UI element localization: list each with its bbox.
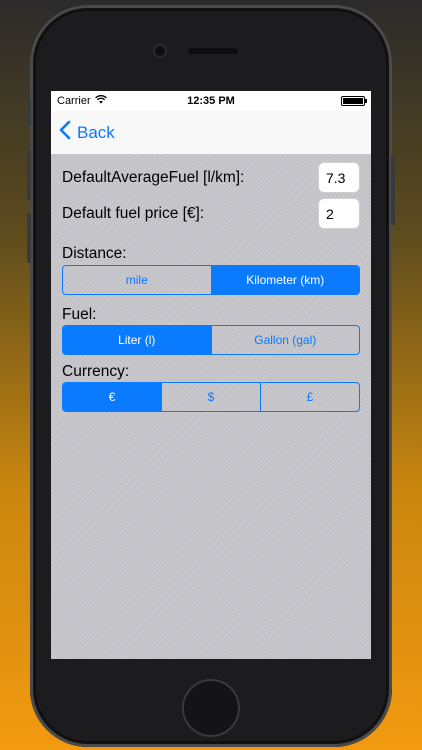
status-bar: Carrier 12:35 PM — [51, 91, 371, 111]
power-button — [391, 155, 395, 225]
volume-down-button — [27, 213, 31, 263]
fuel-price-label: Default fuel price [€]: — [62, 204, 205, 222]
battery-icon — [341, 96, 367, 106]
fuel-option-gallon[interactable]: Gallon (gal) — [210, 326, 360, 354]
settings-content: DefaultAverageFuel [l/km]: Default fuel … — [51, 155, 371, 659]
screen: Carrier 12:35 PM Back DefaultAverageFuel… — [51, 91, 371, 659]
fuel-price-input[interactable] — [318, 198, 360, 229]
fuel-option-liter[interactable]: Liter (l) — [63, 326, 211, 354]
back-label: Back — [77, 122, 115, 142]
fuel-label: Fuel: — [62, 306, 97, 323]
distance-label: Distance: — [62, 245, 127, 262]
earpiece-speaker — [188, 48, 238, 54]
mute-switch — [27, 100, 31, 126]
distance-option-km[interactable]: Kilometer (km) — [210, 266, 359, 294]
avg-fuel-input[interactable] — [318, 162, 360, 193]
back-button[interactable]: Back — [59, 120, 115, 145]
home-button[interactable] — [182, 679, 240, 737]
currency-label: Currency: — [62, 363, 130, 380]
currency-segmented-control: € $ £ — [62, 382, 360, 412]
currency-option-dollar[interactable]: $ — [161, 383, 260, 411]
currency-option-pound[interactable]: £ — [260, 383, 359, 411]
avg-fuel-row: DefaultAverageFuel [l/km]: — [62, 162, 360, 193]
navigation-bar: Back — [51, 111, 371, 155]
chevron-left-icon — [59, 120, 71, 145]
currency-option-euro[interactable]: € — [63, 383, 161, 411]
distance-segmented-control: mile Kilometer (km) — [62, 265, 360, 295]
volume-up-button — [27, 150, 31, 200]
fuel-price-row: Default fuel price [€]: — [62, 198, 360, 229]
distance-option-mile[interactable]: mile — [63, 266, 211, 294]
status-time: 12:35 PM — [187, 95, 235, 107]
fuel-segmented-control: Liter (l) Gallon (gal) — [62, 325, 360, 355]
avg-fuel-label: DefaultAverageFuel [l/km]: — [62, 168, 245, 186]
front-camera — [155, 46, 165, 56]
